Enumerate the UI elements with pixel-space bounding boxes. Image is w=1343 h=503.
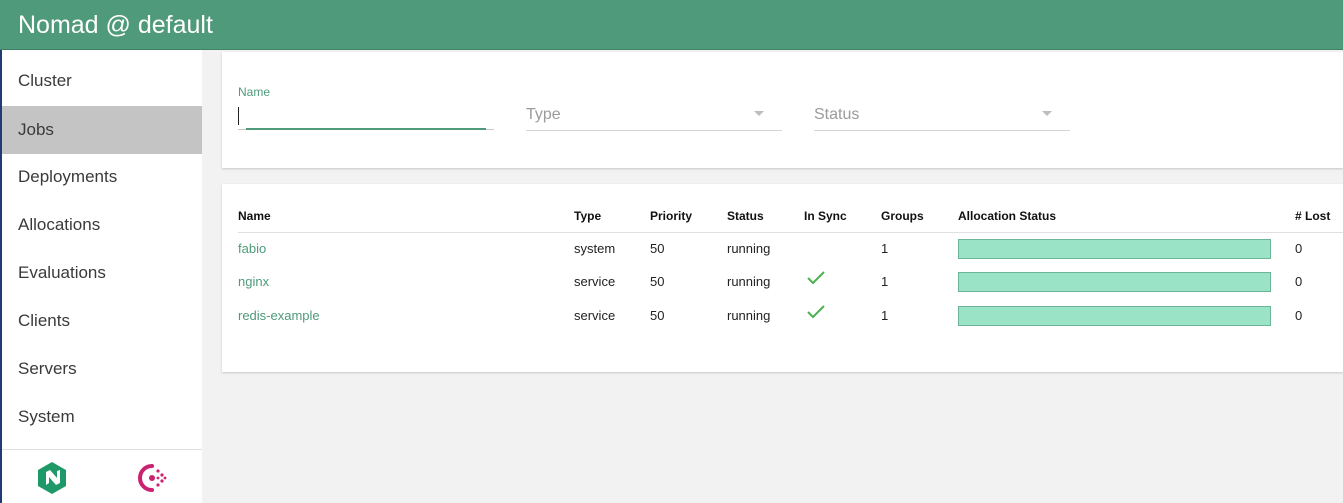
top-header: Nomad @ default xyxy=(0,0,1343,50)
column-header-priority[interactable]: Priority xyxy=(650,209,692,223)
nomad-logo-icon[interactable] xyxy=(37,461,67,500)
job-name-link[interactable]: nginx xyxy=(238,274,269,289)
job-name-link[interactable]: redis-example xyxy=(238,308,320,323)
column-header-status[interactable]: Status xyxy=(727,209,764,223)
allocation-status-bar[interactable] xyxy=(958,306,1271,326)
job-status: running xyxy=(727,308,771,323)
column-header-lost: # Lost xyxy=(1295,209,1331,223)
app-title[interactable]: Nomad @ default xyxy=(18,10,213,40)
job-status: running xyxy=(727,274,771,289)
type-filter-select[interactable]: Type xyxy=(526,104,782,131)
job-priority: 50 xyxy=(650,308,665,323)
job-status: running xyxy=(727,241,771,256)
table-row[interactable]: nginx service 50 running 1 0 xyxy=(222,266,1343,299)
name-field-focus-underline xyxy=(246,128,486,130)
column-header-allocation-status: Allocation Status xyxy=(958,209,1057,223)
sidebar-item-deployments[interactable]: Deployments xyxy=(0,153,202,201)
sidebar-item-allocations[interactable]: Allocations xyxy=(0,201,202,249)
checkmark-icon xyxy=(806,270,826,291)
sidebar-item-clients[interactable]: Clients xyxy=(0,297,202,345)
table-row[interactable]: redis-example service 50 running 1 0 xyxy=(222,300,1343,333)
job-lost-count: 0 xyxy=(1295,308,1303,323)
column-header-groups[interactable]: Groups xyxy=(881,209,924,223)
status-filter-placeholder: Status xyxy=(814,106,860,123)
window-edge xyxy=(0,50,2,503)
sidebar-item-evaluations[interactable]: Evaluations xyxy=(0,249,202,297)
nomad-app: Nomad @ default Cluster Jobs Deployments… xyxy=(0,0,1343,503)
sidebar-item-jobs[interactable]: Jobs xyxy=(0,106,202,154)
text-caret xyxy=(238,107,239,125)
job-type: service xyxy=(574,274,616,289)
jobs-table-card: Name Type Priority Status In Sync Groups… xyxy=(222,184,1343,372)
sidebar-item-servers[interactable]: Servers xyxy=(0,345,202,393)
chevron-down-icon xyxy=(754,111,764,116)
consul-logo-icon[interactable] xyxy=(136,462,168,499)
job-groups: 1 xyxy=(881,308,889,323)
job-lost-count: 0 xyxy=(1295,274,1303,289)
allocation-status-bar[interactable] xyxy=(958,272,1271,292)
job-groups: 1 xyxy=(881,241,889,256)
checkmark-icon xyxy=(806,304,826,325)
name-field-label: Name xyxy=(238,85,271,99)
job-filter-card: Name Type Status xyxy=(222,52,1343,168)
table-row[interactable]: fabio system 50 running 1 0 xyxy=(222,233,1343,266)
chevron-down-icon xyxy=(1042,111,1052,116)
sidebar-item-cluster[interactable]: Cluster xyxy=(0,57,202,105)
job-type: system xyxy=(574,241,616,256)
column-header-in-sync: In Sync xyxy=(804,209,847,223)
column-header-type[interactable]: Type xyxy=(574,209,601,223)
sidebar-divider xyxy=(0,449,202,450)
sidebar-item-system[interactable]: System xyxy=(0,393,202,441)
job-name-link[interactable]: fabio xyxy=(238,241,266,256)
type-filter-placeholder: Type xyxy=(526,106,561,123)
job-lost-count: 0 xyxy=(1295,241,1303,256)
sidebar: Cluster Jobs Deployments Allocations Eva… xyxy=(0,50,202,503)
job-type: service xyxy=(574,308,616,323)
column-header-name[interactable]: Name xyxy=(238,209,271,223)
job-groups: 1 xyxy=(881,274,889,289)
job-priority: 50 xyxy=(650,274,665,289)
allocation-status-bar[interactable] xyxy=(958,239,1271,259)
job-priority: 50 xyxy=(650,241,665,256)
status-filter-select[interactable]: Status xyxy=(814,104,1070,131)
